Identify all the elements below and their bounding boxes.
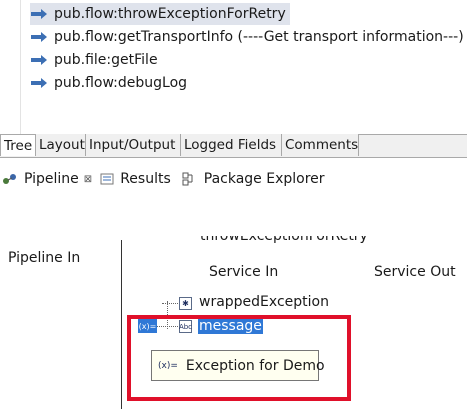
tab-layout[interactable]: Layout (36, 134, 86, 156)
tab-package-explorer[interactable]: Package Explorer (182, 165, 325, 193)
pipeline-in-header: Pipeline In (8, 250, 81, 266)
field-wrapped-exception[interactable]: wrappedException (199, 294, 329, 310)
tab-package-explorer-label: Package Explorer (203, 171, 325, 187)
view-tab-bar: Pipeline ⊠ Results Package Explorer (0, 165, 467, 193)
tab-results-label: Results (120, 171, 171, 187)
flow-step-label: pub.flow:debugLog (54, 75, 188, 91)
tab-input-output[interactable]: Input/Output (86, 134, 181, 156)
tab-logged-fields[interactable]: Logged Fields (181, 134, 282, 156)
flow-step-label: pub.flow:throwExceptionForRetry (54, 6, 286, 22)
flow-gutter (0, 0, 21, 134)
invoke-arrow-icon (31, 9, 47, 19)
flow-step-label: pub.file:getFile (54, 52, 158, 68)
tab-comments[interactable]: Comments (282, 134, 359, 156)
pipeline-divider (121, 240, 122, 409)
flow-step-label: pub.flow:getTransportInfo (----Get trans… (54, 29, 464, 45)
service-name-clip: throwExceptionForRetry (200, 236, 368, 246)
service-in-header: Service In (209, 264, 279, 280)
pipeline-icon (3, 174, 16, 184)
flow-step-get-file[interactable]: pub.file:getFile (30, 49, 158, 71)
invoke-arrow-icon (31, 78, 47, 88)
tab-pipeline-label: Pipeline (24, 171, 79, 187)
tab-results[interactable]: Results (100, 165, 171, 193)
invoke-arrow-icon (31, 55, 47, 65)
set-value-icon: (x)= (158, 360, 178, 371)
tree-connector (162, 303, 178, 304)
service-name: throwExceptionForRetry (200, 236, 368, 244)
value-tooltip: (x)= Exception for Demo (151, 350, 325, 381)
close-icon[interactable]: ⊠ (84, 174, 92, 185)
package-explorer-icon (182, 172, 193, 186)
tab-pipeline[interactable]: Pipeline ⊠ (0, 165, 98, 193)
flow-step-throw-exception[interactable]: pub.flow:throwExceptionForRetry (30, 3, 290, 25)
document-icon: ✱ (179, 297, 192, 310)
tooltip-text: Exception for Demo (185, 357, 325, 374)
flow-step-debug-log[interactable]: pub.flow:debugLog (30, 72, 187, 94)
service-out-header: Service Out (374, 264, 456, 280)
invoke-arrow-icon (31, 32, 47, 42)
tab-tree[interactable]: Tree (0, 134, 36, 156)
results-icon (100, 173, 114, 185)
flow-step-get-transport-info[interactable]: pub.flow:getTransportInfo (----Get trans… (30, 26, 464, 48)
